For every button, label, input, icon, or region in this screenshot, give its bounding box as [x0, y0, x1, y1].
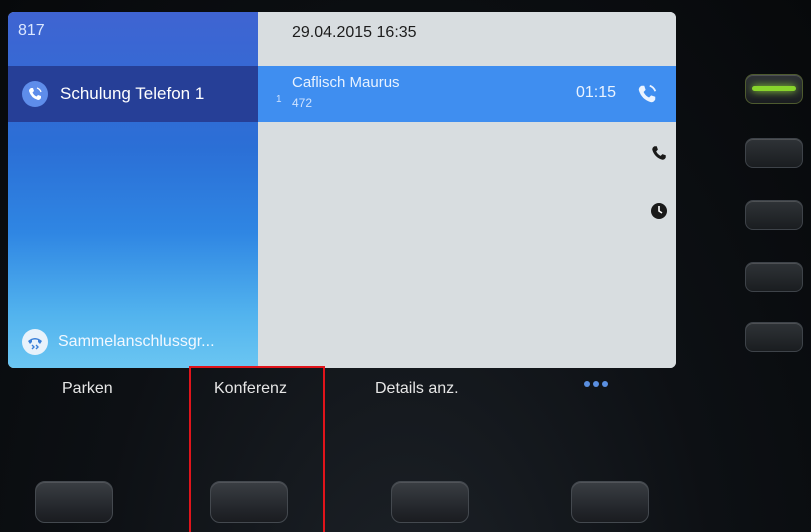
- call-pane: 29.04.2015 16:35 1 Caflisch Maurus 472 0…: [258, 12, 676, 368]
- line-item-schulung[interactable]: Schulung Telefon 1: [8, 66, 258, 122]
- clock-icon[interactable]: [650, 202, 668, 220]
- date-time: 29.04.2015 16:35: [292, 24, 417, 41]
- parken-button[interactable]: [35, 481, 113, 523]
- caller-number: 472: [292, 96, 313, 110]
- softkey-label-details: Details anz.: [375, 380, 459, 397]
- call-active-icon: [636, 83, 658, 105]
- active-call-row[interactable]: 1 Caflisch Maurus 472 01:15: [258, 66, 676, 122]
- phone-handset-icon[interactable]: [650, 144, 668, 162]
- line-item-label: Sammelanschlussgr...: [58, 333, 215, 350]
- hunt-group-icon: [22, 329, 48, 355]
- lines-pane: 817 Schulung Telefon 1 Sammelanschlussgr…: [8, 12, 258, 368]
- line-key-5[interactable]: [745, 322, 803, 352]
- more-button[interactable]: [571, 481, 649, 523]
- line-number: 817: [18, 22, 45, 39]
- line-key-1[interactable]: [745, 74, 803, 104]
- details-button[interactable]: [391, 481, 469, 523]
- line-key-4[interactable]: [745, 262, 803, 292]
- highlight-box: [189, 366, 325, 532]
- call-index: 1: [276, 94, 282, 105]
- phone-screen: 817 Schulung Telefon 1 Sammelanschlussgr…: [8, 12, 676, 368]
- call-active-icon: [22, 81, 48, 107]
- line-key-led: [752, 86, 796, 91]
- line-item-label: Schulung Telefon 1: [60, 84, 205, 103]
- caller-name: Caflisch Maurus: [292, 74, 400, 91]
- line-key-3[interactable]: [745, 200, 803, 230]
- line-item-hunt-group[interactable]: Sammelanschlussgr...: [8, 316, 258, 368]
- softkey-label-parken: Parken: [62, 380, 113, 397]
- call-timer: 01:15: [576, 84, 617, 101]
- line-key-2[interactable]: [745, 138, 803, 168]
- more-dots-icon: [584, 381, 608, 387]
